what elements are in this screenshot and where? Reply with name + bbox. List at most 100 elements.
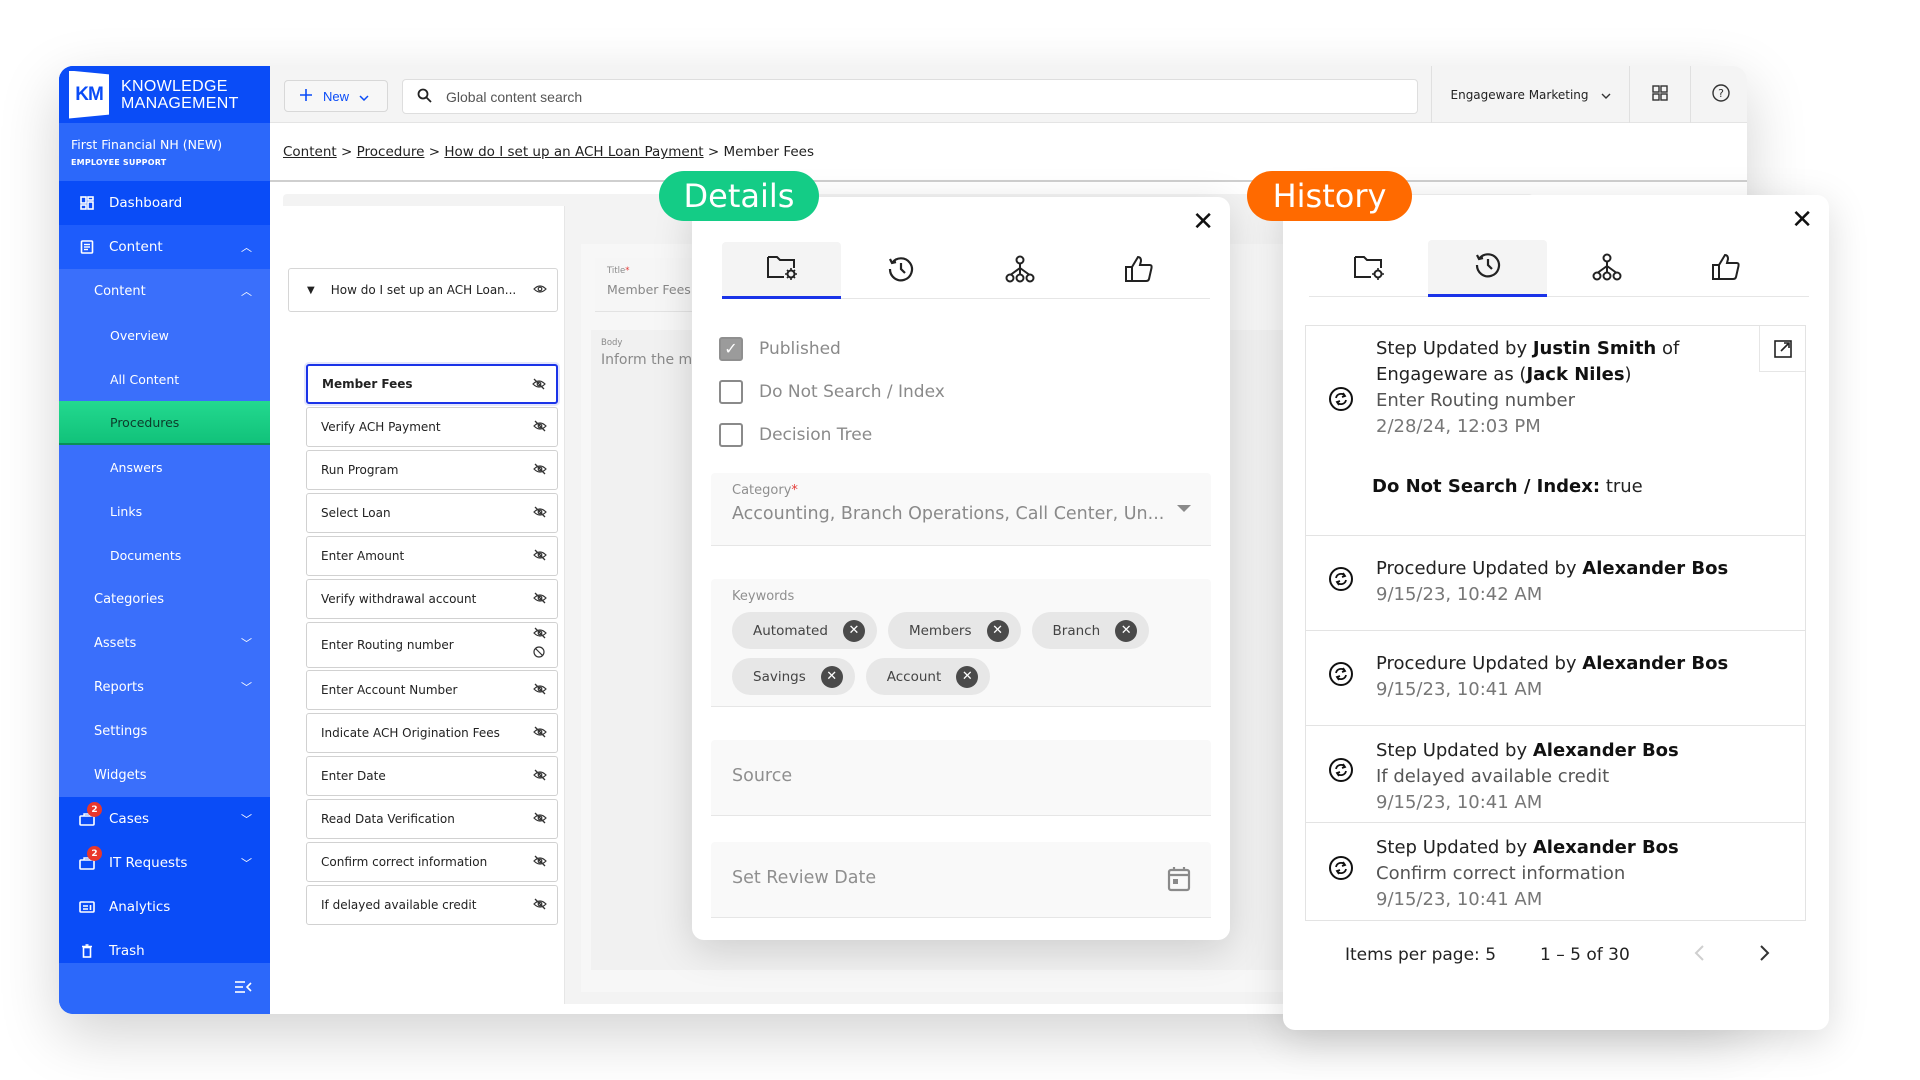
tab-relationships[interactable] xyxy=(1547,240,1666,297)
step-item[interactable]: Select Loan xyxy=(306,493,558,533)
thumbs-up-icon xyxy=(1124,255,1154,287)
eye-off-icon[interactable] xyxy=(533,726,547,741)
breadcrumb-link-procedure[interactable]: Procedure xyxy=(357,144,425,160)
tab-history[interactable] xyxy=(841,242,960,299)
step-item[interactable]: Enter Amount xyxy=(306,536,558,576)
sidebar-item-widgets[interactable]: Widgets xyxy=(59,753,270,797)
help-button[interactable]: ? xyxy=(1690,66,1747,123)
sidebar-item-reports[interactable]: Reports ﹀ xyxy=(59,665,270,709)
eye-off-icon[interactable] xyxy=(532,378,546,393)
sidebar-item-procedures[interactable]: Procedures xyxy=(59,401,270,445)
tab-details[interactable] xyxy=(722,242,841,299)
tab-history[interactable] xyxy=(1428,240,1547,297)
tab-feedback[interactable] xyxy=(1666,240,1785,297)
remove-keyword-icon[interactable]: ✕ xyxy=(842,619,865,642)
sidebar-item-settings[interactable]: Settings xyxy=(59,709,270,753)
open-external-button[interactable] xyxy=(1759,326,1805,372)
keywords-label: Keywords xyxy=(732,589,795,604)
thumbs-up-icon xyxy=(1711,253,1741,285)
sidebar-item-answers[interactable]: Answers xyxy=(59,445,270,489)
sidebar-item-links[interactable]: Links xyxy=(59,489,270,533)
sidebar-item-assets[interactable]: Assets ﹀ xyxy=(59,621,270,665)
eye-off-icon[interactable] xyxy=(533,463,547,478)
new-button[interactable]: New xyxy=(284,80,388,112)
remove-keyword-icon[interactable]: ✕ xyxy=(956,665,979,688)
tab-relationships[interactable] xyxy=(960,242,1079,299)
step-item[interactable]: Verify withdrawal account xyxy=(306,579,558,619)
sidebar-item-cases[interactable]: 2 Cases ﹀ xyxy=(59,797,270,841)
sidebar-item-documents[interactable]: Documents xyxy=(59,533,270,577)
eye-off-icon[interactable] xyxy=(533,420,547,435)
block-icon[interactable] xyxy=(533,646,547,661)
sidebar-item-content-sub[interactable]: Content ︿ xyxy=(59,269,270,313)
global-search-input[interactable]: Global content search xyxy=(402,79,1418,114)
step-item[interactable]: Enter Routing number xyxy=(306,622,558,668)
do-not-search-checkbox-row[interactable]: Do Not Search / Index xyxy=(719,370,945,413)
step-item[interactable]: Indicate ACH Origination Fees xyxy=(306,713,558,753)
sidebar-item-categories[interactable]: Categories xyxy=(59,577,270,621)
sidebar-item-all-content[interactable]: All Content xyxy=(59,357,270,401)
close-icon[interactable]: ✕ xyxy=(1791,207,1813,233)
do-not-search-checkbox[interactable] xyxy=(719,379,743,404)
eye-off-icon[interactable] xyxy=(533,506,547,521)
review-date-input[interactable]: Set Review Date xyxy=(711,842,1211,918)
trash-icon xyxy=(79,943,95,959)
previous-page-button[interactable] xyxy=(1693,943,1705,967)
brand-line-1: KNOWLEDGE xyxy=(121,77,228,95)
org-switcher[interactable]: First Financial NH (NEW) EMPLOYEE SUPPOR… xyxy=(59,123,270,181)
collapse-sidebar-icon[interactable] xyxy=(234,979,252,998)
remove-keyword-icon[interactable]: ✕ xyxy=(1115,619,1138,642)
sidebar-item-dashboard[interactable]: Dashboard xyxy=(59,181,270,225)
category-select[interactable]: Category* Accounting, Branch Operations,… xyxy=(711,473,1211,546)
tab-feedback[interactable] xyxy=(1079,242,1198,299)
eye-off-icon[interactable] xyxy=(533,898,547,913)
source-input[interactable]: Source xyxy=(711,740,1211,816)
decision-tree-checkbox-row[interactable]: Decision Tree xyxy=(719,413,945,456)
step-item[interactable]: If delayed available credit xyxy=(306,885,558,925)
items-per-page[interactable]: Items per page: 5 xyxy=(1345,945,1496,965)
brand[interactable]: KM KNOWLEDGE MANAGEMENT xyxy=(59,66,270,123)
step-parent[interactable]: ▼ How do I set up an ACH Loan... xyxy=(288,268,558,312)
keywords-field[interactable]: Keywords Automated ✕ Members ✕ Branch ✕ Saving… xyxy=(711,579,1211,707)
sidebar-item-overview[interactable]: Overview xyxy=(59,313,270,357)
step-item[interactable]: Run Program xyxy=(306,450,558,490)
eye-off-icon[interactable] xyxy=(533,855,547,870)
eye-off-icon[interactable] xyxy=(533,549,547,564)
eye-off-icon[interactable] xyxy=(533,683,547,698)
step-item[interactable]: Read Data Verification xyxy=(306,799,558,839)
published-checkbox[interactable]: ✓ xyxy=(719,336,743,361)
history-user: Alexander Bos xyxy=(1532,837,1679,858)
tab-details[interactable] xyxy=(1309,240,1428,297)
remove-keyword-icon[interactable]: ✕ xyxy=(820,665,843,688)
sidebar-item-analytics[interactable]: Analytics xyxy=(59,885,270,929)
remove-keyword-icon[interactable]: ✕ xyxy=(986,619,1009,642)
history-list: Step Updated by Justin Smith of Engagewa… xyxy=(1305,325,1806,921)
breadcrumb-link-content[interactable]: Content xyxy=(283,144,337,160)
sidebar-item-it-requests[interactable]: 2 IT Requests ﹀ xyxy=(59,841,270,885)
next-page-button[interactable] xyxy=(1759,943,1771,967)
history-item: Step Updated by Alexander Bos If delayed… xyxy=(1306,726,1805,823)
help-icon: ? xyxy=(1711,83,1730,106)
decision-tree-checkbox[interactable] xyxy=(719,422,743,447)
step-item[interactable]: Enter Account Number xyxy=(306,670,558,710)
step-item[interactable]: Verify ACH Payment xyxy=(306,407,558,447)
eye-off-icon[interactable] xyxy=(533,627,547,642)
sidebar-item-label: Settings xyxy=(94,723,148,739)
eye-icon[interactable] xyxy=(533,283,547,297)
published-checkbox-row[interactable]: ✓ Published xyxy=(719,327,945,370)
sidebar-item-content[interactable]: Content ︿ xyxy=(59,225,270,269)
eye-off-icon[interactable] xyxy=(533,769,547,784)
org-select-dropdown[interactable]: Engageware Marketing xyxy=(1431,66,1629,123)
eye-off-icon[interactable] xyxy=(533,592,547,607)
close-icon[interactable]: ✕ xyxy=(1192,209,1214,235)
apps-button[interactable] xyxy=(1629,66,1690,123)
caret-down-icon[interactable]: ▼ xyxy=(307,285,315,296)
step-item[interactable]: Enter Date xyxy=(306,756,558,796)
calendar-icon[interactable] xyxy=(1167,866,1191,897)
step-item[interactable]: Member Fees xyxy=(306,364,558,404)
eye-off-icon[interactable] xyxy=(533,812,547,827)
sidebar-item-label: Overview xyxy=(110,327,169,343)
step-item[interactable]: Confirm correct information xyxy=(306,842,558,882)
breadcrumb-link-parent[interactable]: How do I set up an ACH Loan Payment xyxy=(444,144,703,160)
checkbox-label: Do Not Search / Index xyxy=(759,381,945,402)
